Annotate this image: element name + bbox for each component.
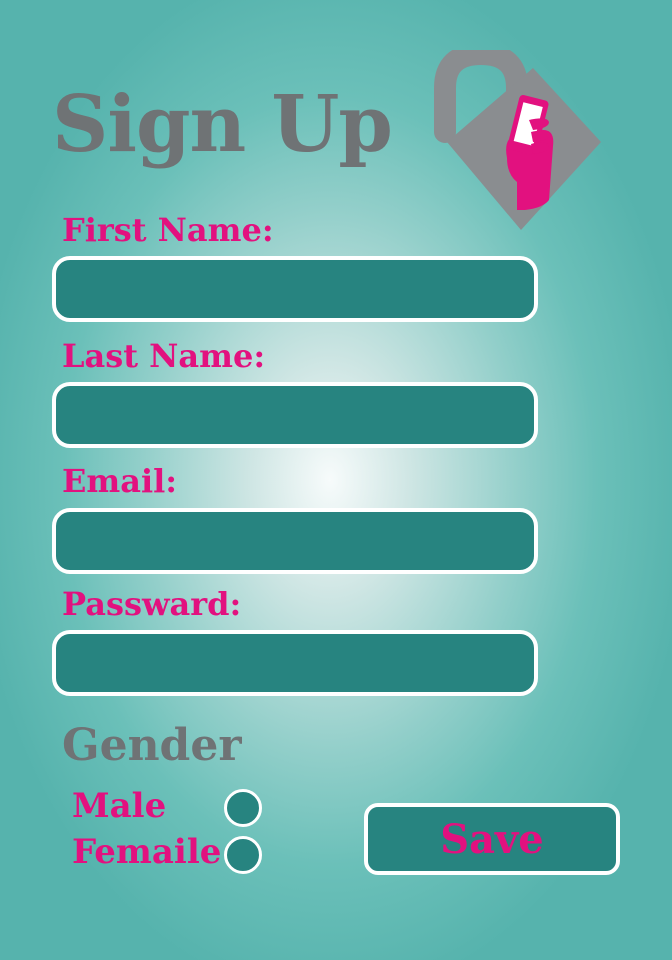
save-button[interactable]: Save <box>364 803 620 875</box>
gender-female-label: Femaile <box>72 832 222 872</box>
last-name-label: Last Name: <box>62 337 266 375</box>
gender-male-label: Male <box>72 786 167 826</box>
padlock-phone-hand-icon <box>434 50 601 230</box>
email-label: Email: <box>62 462 178 500</box>
password-label: Passward: <box>62 585 242 623</box>
page-title: Sign Up <box>52 79 393 170</box>
gender-heading: Gender <box>62 720 242 771</box>
first-name-input[interactable] <box>52 256 538 322</box>
gender-female-radio[interactable] <box>224 836 262 874</box>
first-name-label: First Name: <box>62 211 274 249</box>
last-name-input[interactable] <box>52 382 538 448</box>
password-input[interactable] <box>52 630 538 696</box>
gender-male-radio[interactable] <box>224 789 262 827</box>
email-input[interactable] <box>52 508 538 574</box>
